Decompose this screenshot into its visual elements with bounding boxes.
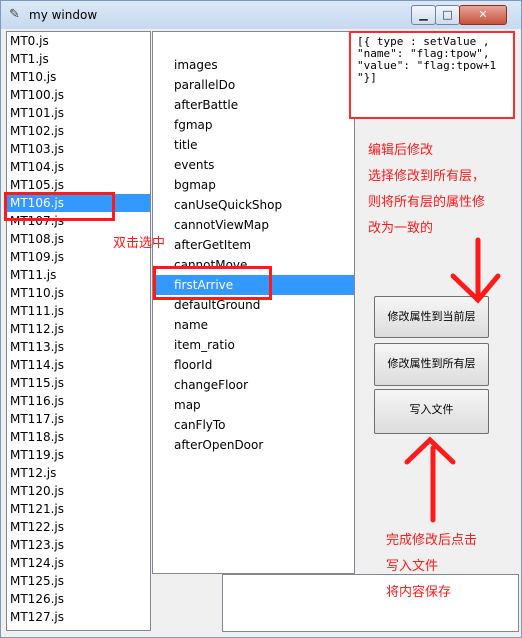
file-list-item[interactable]: MT118.js: [7, 428, 150, 446]
write-file-button[interactable]: 写入文件: [374, 389, 489, 434]
save-note-line: 完成修改后点击: [386, 533, 478, 548]
file-list-item[interactable]: MT116.js: [7, 392, 150, 410]
file-list-item[interactable]: MT100.js: [7, 86, 150, 104]
file-list-item[interactable]: MT125.js: [7, 572, 150, 590]
value-text-editor[interactable]: [{ type : setValue , "name": "flag:tpow"…: [349, 31, 515, 119]
close-button[interactable]: ✕: [459, 5, 507, 25]
file-list-item[interactable]: MT123.js: [7, 536, 150, 554]
file-list-item[interactable]: MT122.js: [7, 518, 150, 536]
edit-note-line: 则将所有层的属性修: [368, 195, 486, 210]
double-click-note: 双击选中: [113, 236, 166, 251]
file-list-item[interactable]: MT104.js: [7, 158, 150, 176]
file-list-item[interactable]: MT10.js: [7, 68, 150, 86]
edit-note-line: 编辑后修改: [368, 143, 434, 158]
file-list-item[interactable]: MT102.js: [7, 122, 150, 140]
property-list-item[interactable]: changeFloor: [153, 375, 354, 395]
file-list-item[interactable]: MT120.js: [7, 482, 150, 500]
file-list-item[interactable]: MT124.js: [7, 554, 150, 572]
file-list-item[interactable]: MT127.js: [7, 608, 150, 626]
property-list-item[interactable]: fgmap: [153, 115, 354, 135]
apply-all-floors-button[interactable]: 修改属性到所有层: [374, 343, 489, 386]
file-list-item[interactable]: MT126.js: [7, 590, 150, 608]
property-list-item[interactable]: bgmap: [153, 175, 354, 195]
file-list-item[interactable]: MT117.js: [7, 410, 150, 428]
file-list-item[interactable]: MT115.js: [7, 374, 150, 392]
minimize-button[interactable]: ▁: [411, 5, 436, 25]
property-listbox[interactable]: images parallelDo afterBattle fgmap title eve…: [152, 31, 355, 574]
file-list-item[interactable]: MT121.js: [7, 500, 150, 518]
property-list-item[interactable]: parallelDo: [153, 75, 354, 95]
property-list-item[interactable]: title: [153, 135, 354, 155]
file-list-item[interactable]: MT113.js: [7, 338, 150, 356]
file-list-item[interactable]: MT103.js: [7, 140, 150, 158]
property-list-item[interactable]: canUseQuickShop: [153, 195, 354, 215]
file-list-item[interactable]: MT12.js: [7, 464, 150, 482]
property-list-item[interactable]: afterBattle: [153, 95, 354, 115]
property-list-item[interactable]: afterGetItem: [153, 235, 354, 255]
window-title: my window: [29, 8, 98, 22]
property-list-item[interactable]: floorId: [153, 355, 354, 375]
file-list-item[interactable]: MT119.js: [7, 446, 150, 464]
property-list-item[interactable]: cannotViewMap: [153, 215, 354, 235]
edit-note: 编辑后修改 选择修改到所有层， 则将所有层的属性修 改为一致的: [368, 138, 485, 242]
file-list-item[interactable]: MT114.js: [7, 356, 150, 374]
save-note-line: 写入文件: [386, 559, 439, 574]
property-list-item[interactable]: afterOpenDoor: [153, 435, 354, 455]
property-list-item[interactable]: canFlyTo: [153, 415, 354, 435]
edit-note-line: 改为一致的: [368, 221, 434, 236]
property-list-item[interactable]: name: [153, 315, 354, 335]
property-list-item[interactable]: images: [153, 55, 354, 75]
file-list-item[interactable]: MT101.js: [7, 104, 150, 122]
property-list-item[interactable]: map: [153, 395, 354, 415]
file-highlight-box: [4, 192, 115, 221]
save-note: 完成修改后点击 写入文件 将内容保存: [386, 528, 477, 606]
property-list-item[interactable]: item_ratio: [153, 335, 354, 355]
file-list-item[interactable]: MT112.js: [7, 320, 150, 338]
property-highlight-box: [153, 266, 272, 300]
file-list-item[interactable]: MT11.js: [7, 266, 150, 284]
save-note-line: 将内容保存: [386, 585, 452, 600]
property-list-item[interactable]: events: [153, 155, 354, 175]
file-list-item[interactable]: MT110.js: [7, 284, 150, 302]
file-list-item[interactable]: MT0.js: [7, 32, 150, 50]
title-bar[interactable]: ✎ my window ▁ □ ✕: [1, 1, 521, 29]
file-list-item[interactable]: MT1.js: [7, 50, 150, 68]
file-list-item[interactable]: MT111.js: [7, 302, 150, 320]
file-listbox[interactable]: MT0.js MT1.js MT10.js MT100.js MT101.js MT102…: [6, 31, 151, 631]
maximize-button[interactable]: □: [435, 5, 460, 25]
apply-current-floor-button[interactable]: 修改属性到当前层: [374, 296, 489, 338]
feather-icon: ✎: [9, 7, 20, 22]
edit-note-line: 选择修改到所有层，: [368, 169, 486, 184]
